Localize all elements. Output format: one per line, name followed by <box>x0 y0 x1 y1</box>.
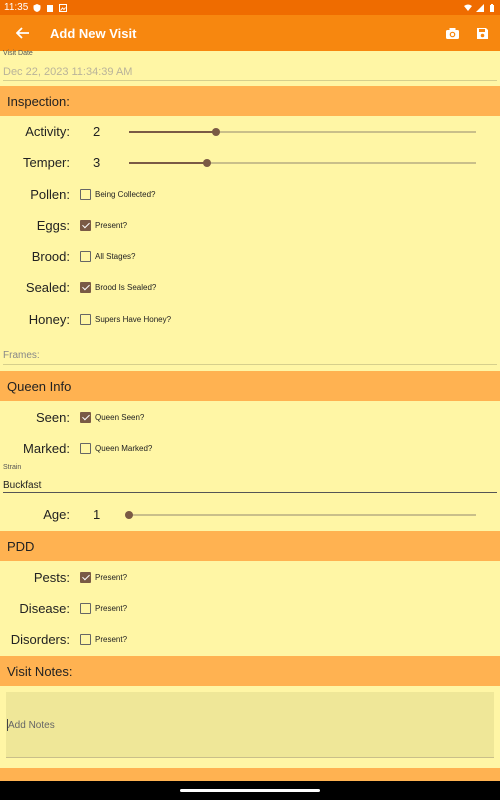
activity-label: Activity: <box>25 124 70 139</box>
activity-value: 2 <box>93 124 101 139</box>
disease-label: Disease: <box>19 601 70 616</box>
visit-date-field[interactable]: Dec 22, 2023 11:34:39 AM <box>3 66 132 78</box>
temper-value: 3 <box>93 155 101 170</box>
honey-checkbox[interactable] <box>80 314 91 325</box>
queen-info-header: Queen Info <box>0 371 500 401</box>
marked-checkbox-label[interactable]: Queen Marked? <box>95 444 152 453</box>
eggs-label: Eggs: <box>36 218 70 233</box>
frames-underline <box>3 364 497 365</box>
eggs-checkbox-label[interactable]: Present? <box>95 221 127 230</box>
strain-underline <box>3 492 497 493</box>
temper-row: Temper: 3 <box>0 149 500 177</box>
pollen-row: Pollen: Being Collected? <box>0 181 500 209</box>
pollen-label: Pollen: <box>30 187 70 202</box>
temper-slider-fill <box>129 162 208 164</box>
brood-checkbox-label[interactable]: All Stages? <box>95 252 135 261</box>
visit-notes-header: Visit Notes: <box>0 656 500 686</box>
marked-label: Marked: <box>23 441 70 456</box>
disease-checkbox[interactable] <box>80 603 91 614</box>
sealed-checkbox-label[interactable]: Brood Is Sealed? <box>95 283 156 292</box>
pollen-checkbox[interactable] <box>80 189 91 200</box>
age-slider-thumb[interactable] <box>125 511 133 519</box>
pdd-header: PDD <box>0 531 500 561</box>
pests-label: Pests: <box>33 570 70 585</box>
sealed-label: Sealed: <box>25 280 70 295</box>
system-nav-bar <box>0 781 500 800</box>
marked-checkbox[interactable] <box>80 443 91 454</box>
disease-row: Disease: Present? <box>0 595 500 623</box>
disease-checkbox-label[interactable]: Present? <box>95 604 127 613</box>
age-label: Age: <box>43 507 70 522</box>
brood-label: Brood: <box>31 249 70 264</box>
sealed-checkbox[interactable] <box>80 282 91 293</box>
honey-label: Honey: <box>28 312 70 327</box>
sealed-row: Sealed: Brood Is Sealed? <box>0 274 500 302</box>
visit-date-label: Visit Date <box>3 50 33 57</box>
disorders-checkbox[interactable] <box>80 634 91 645</box>
seen-checkbox-label[interactable]: Queen Seen? <box>95 413 144 422</box>
disorders-label: Disorders: <box>10 632 70 647</box>
brood-checkbox[interactable] <box>80 251 91 262</box>
strain-label: Strain <box>3 464 22 471</box>
disorders-checkbox-label[interactable]: Present? <box>95 635 127 644</box>
activity-slider-thumb[interactable] <box>211 128 220 136</box>
temper-slider[interactable] <box>129 159 476 167</box>
notes-placeholder: Add Notes <box>8 720 55 731</box>
eggs-checkbox[interactable] <box>80 220 91 231</box>
inspection-header: Inspection: <box>0 86 500 116</box>
brood-row: Brood: All Stages? <box>0 243 500 271</box>
notes-textarea[interactable]: Add Notes <box>6 692 494 758</box>
eggs-row: Eggs: Present? <box>0 212 500 240</box>
activity-row: Activity: 2 <box>0 118 500 146</box>
strain-input[interactable]: Buckfast <box>3 480 41 491</box>
pests-checkbox[interactable] <box>80 572 91 583</box>
disorders-row: Disorders: Present? <box>0 626 500 654</box>
honey-checkbox-label[interactable]: Supers Have Honey? <box>95 315 171 324</box>
temper-slider-thumb[interactable] <box>203 159 212 167</box>
frames-input[interactable]: Frames: <box>3 350 40 361</box>
age-value: 1 <box>93 507 101 522</box>
pollen-checkbox-label[interactable]: Being Collected? <box>95 190 155 199</box>
honey-row: Honey: Supers Have Honey? <box>0 306 500 334</box>
visit-date-underline <box>3 80 497 81</box>
age-slider[interactable] <box>125 511 476 519</box>
pests-checkbox-label[interactable]: Present? <box>95 573 127 582</box>
temper-label: Temper: <box>23 155 70 170</box>
visit-form: Visit Date Dec 22, 2023 11:34:39 AM Insp… <box>0 0 500 781</box>
home-gesture-handle[interactable] <box>180 789 320 792</box>
marked-row: Marked: Queen Marked? <box>0 435 500 463</box>
next-section-header <box>0 768 500 781</box>
pests-row: Pests: Present? <box>0 564 500 592</box>
activity-slider-fill <box>129 131 216 133</box>
seen-label: Seen: <box>36 410 70 425</box>
seen-row: Seen: Queen Seen? <box>0 404 500 432</box>
seen-checkbox[interactable] <box>80 412 91 423</box>
activity-slider[interactable] <box>129 128 476 136</box>
age-row: Age: 1 <box>0 501 500 529</box>
